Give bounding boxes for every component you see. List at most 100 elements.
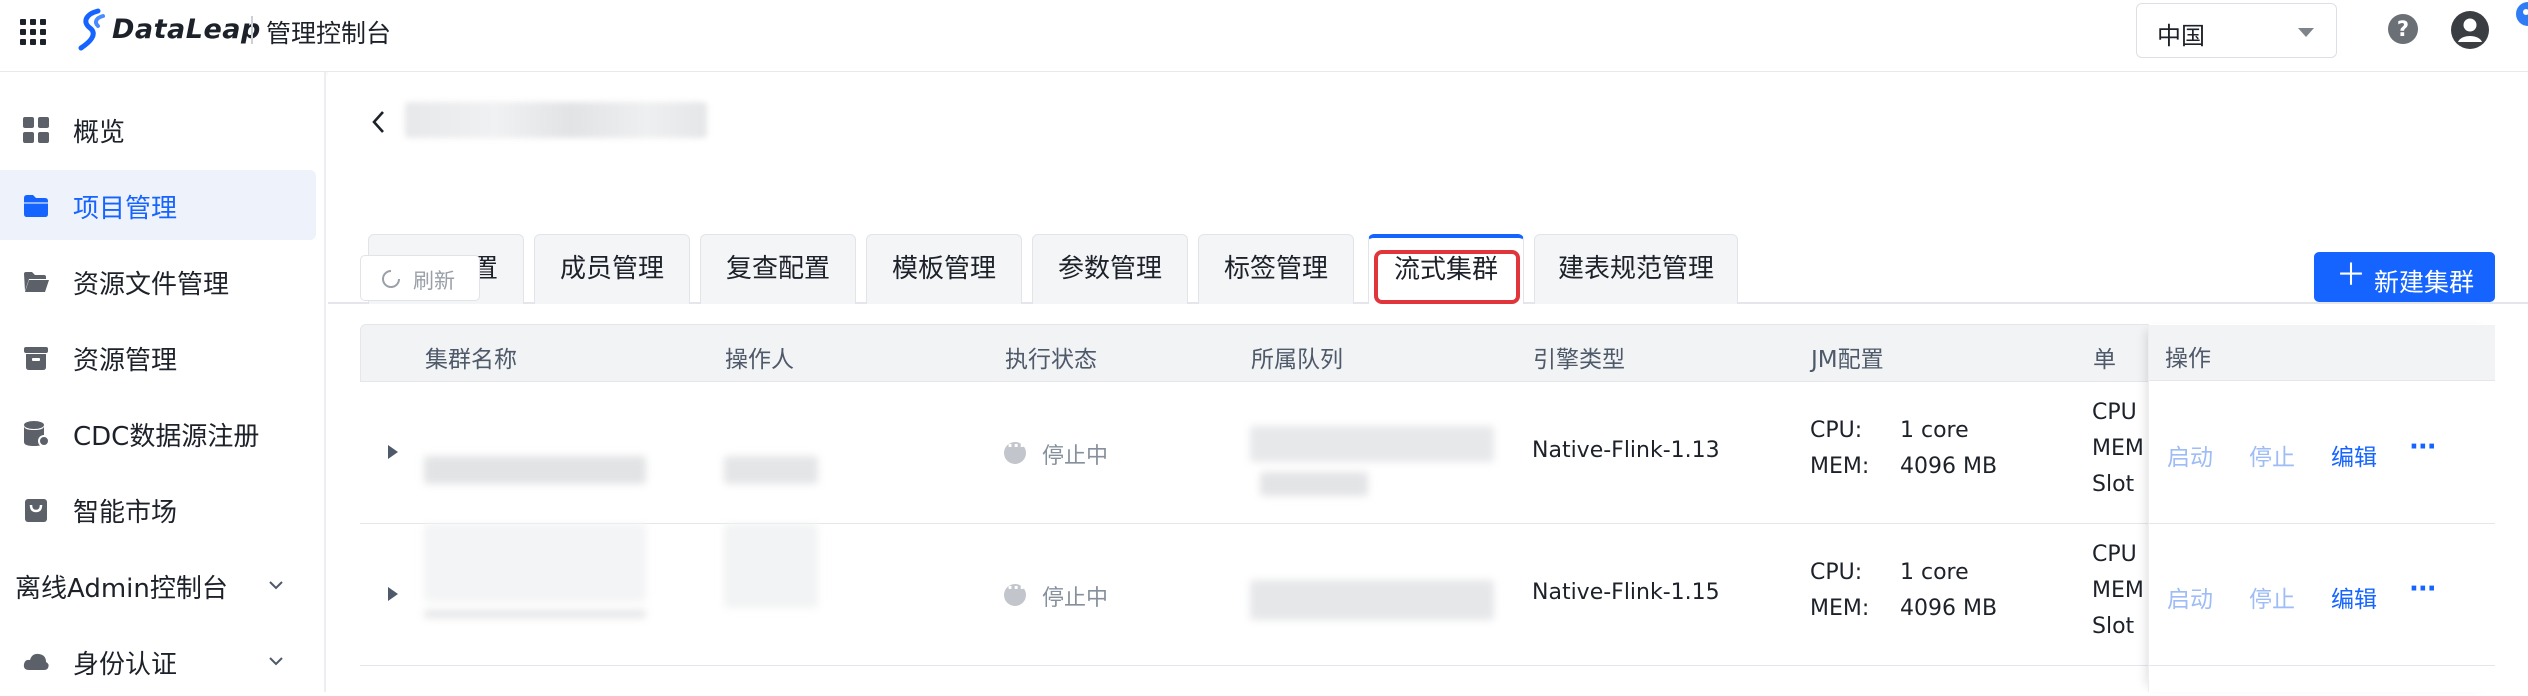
sidebar-item-label: 概览	[73, 118, 126, 148]
expand-row-icon[interactable]	[388, 587, 398, 601]
sidebar-item-overview[interactable]: 概览	[0, 94, 316, 164]
sidebar-item-cdc-datasource[interactable]: CDC数据源注册	[0, 398, 316, 468]
refresh-button[interactable]: 刷新	[360, 255, 480, 301]
tm-cpu-label: CPU	[2092, 542, 2137, 567]
help-icon[interactable]: ?	[2388, 14, 2418, 44]
sidebar-item-offline-admin[interactable]: 离线Admin控制台	[0, 550, 316, 620]
tm-mem-label: MEM	[2092, 436, 2144, 461]
queue-redacted	[1260, 472, 1368, 496]
dataleap-logo-icon	[78, 8, 105, 51]
user-avatar-icon[interactable]	[2450, 10, 2490, 50]
column-header: 集群名称	[425, 347, 517, 373]
tab-table-spec-management[interactable]: 建表规范管理	[1534, 234, 1738, 304]
folder-open-icon	[24, 272, 49, 292]
expand-row-icon[interactable]	[388, 445, 398, 459]
column-header: 所属队列	[1251, 347, 1343, 373]
folder-icon	[24, 195, 48, 217]
cluster-table: 集群名称 操作人 执行状态 所属队列 引擎类型 JM配置 单 停止中 Nativ…	[360, 324, 2496, 692]
engine-type: Native-Flink-1.15	[1532, 580, 1720, 605]
brand-name: DataLeap	[112, 14, 261, 45]
sidebar-item-identity-auth[interactable]: 身份认证	[0, 626, 316, 696]
sidebar-item-label: 离线Admin控制台	[15, 574, 228, 604]
apps-grid-icon[interactable]	[18, 17, 48, 47]
tab-review-config[interactable]: 复查配置	[700, 234, 856, 304]
tm-slot-label: Slot	[2092, 614, 2135, 639]
tm-config-clipped: CPU MEM Slot	[2092, 542, 2148, 652]
jm-mem-label: MEM:	[1810, 596, 1870, 621]
sidebar-item-smart-market[interactable]: 智能市场	[0, 474, 316, 544]
row-divider	[2149, 523, 2495, 524]
dashboard-icon	[23, 117, 49, 143]
status-text: 停止中	[1042, 586, 1109, 611]
jm-cpu-label: CPU:	[1810, 560, 1863, 585]
edit-button[interactable]: 编辑	[2331, 438, 2377, 472]
chevron-down-icon	[269, 581, 283, 590]
operator-redacted	[724, 524, 818, 608]
sidebar-item-label: CDC数据源注册	[73, 422, 260, 452]
jm-mem-label: MEM:	[1810, 454, 1870, 479]
brand-divider	[251, 16, 253, 44]
chevron-down-icon	[269, 657, 283, 666]
sidebar-item-resource-management[interactable]: 资源管理	[0, 322, 316, 392]
status-text: 停止中	[1042, 444, 1109, 469]
stop-button[interactable]: 停止	[2249, 438, 2295, 472]
start-button[interactable]: 启动	[2167, 580, 2213, 614]
column-header: 执行状态	[1005, 347, 1097, 373]
main-content: 项目配置 成员管理 复查配置 模板管理 参数管理 标签管理 流式集群 建表规范管…	[328, 72, 2528, 692]
cloud-icon	[23, 653, 49, 670]
operations-column: 操作 启动 停止 编辑 ··· 启动 停止 编辑 ···	[2148, 324, 2496, 692]
column-header: 操作	[2165, 346, 2211, 372]
start-button[interactable]: 启动	[2167, 438, 2213, 472]
more-actions-icon[interactable]: ···	[2409, 574, 2437, 604]
tm-slot-label: Slot	[2092, 472, 2135, 497]
cluster-name-redacted	[424, 610, 646, 618]
refresh-icon	[382, 270, 400, 288]
tm-mem-label: MEM	[2092, 578, 2144, 603]
jm-cpu-label: CPU:	[1810, 418, 1863, 443]
tab-streaming-cluster[interactable]: 流式集群	[1368, 234, 1524, 304]
box-icon	[24, 347, 48, 370]
plus-icon: ＋	[2336, 258, 2366, 293]
tab-bar: 项目配置 成员管理 复查配置 模板管理 参数管理 标签管理 流式集群 建表规范管…	[328, 162, 2528, 304]
queue-redacted	[1250, 426, 1494, 462]
more-actions-icon[interactable]: ···	[2409, 432, 2437, 462]
sidebar-item-label: 资源管理	[73, 346, 178, 376]
edit-button[interactable]: 编辑	[2331, 580, 2377, 614]
sidebar-item-label: 智能市场	[73, 498, 178, 528]
sidebar-item-project-management[interactable]: 项目管理	[0, 170, 316, 240]
cluster-name-redacted	[424, 456, 646, 484]
row-divider	[2149, 665, 2495, 666]
operator-redacted	[724, 456, 818, 484]
tab-tag-management[interactable]: 标签管理	[1198, 234, 1354, 304]
region-select[interactable]: 中国	[2136, 3, 2337, 58]
sidebar-item-label: 项目管理	[73, 194, 178, 224]
project-name-redacted	[405, 102, 707, 138]
queue-redacted	[1250, 580, 1494, 620]
tm-config-clipped: CPU MEM Slot	[2092, 400, 2148, 510]
sidebar-item-resource-files[interactable]: 资源文件管理	[0, 246, 316, 316]
sidebar-item-label: 资源文件管理	[73, 270, 230, 300]
stop-button[interactable]: 停止	[2249, 580, 2295, 614]
tab-member-management[interactable]: 成员管理	[534, 234, 690, 304]
region-select-value: 中国	[2157, 22, 2205, 50]
shopping-bag-icon	[25, 499, 47, 522]
assistant-icon[interactable]	[2508, 0, 2528, 36]
sidebar: 概览 项目管理 资源文件管理 资源管理 CDC数据源注册 智能市场 离线Admi…	[0, 72, 326, 692]
stopping-status-icon	[1004, 578, 1026, 606]
top-bar: DataLeap 管理控制台 中国 ?	[0, 0, 2528, 72]
stopping-status-icon	[1004, 436, 1026, 464]
column-header: JM配置	[1811, 347, 1884, 373]
tab-parameter-management[interactable]: 参数管理	[1032, 234, 1188, 304]
back-arrow-icon[interactable]	[368, 109, 390, 135]
column-header: 操作人	[725, 347, 794, 373]
chevron-down-icon	[2298, 28, 2314, 37]
jm-mem-value: 4096 MB	[1900, 454, 1998, 479]
new-cluster-button[interactable]: ＋ 新建集群	[2314, 252, 2495, 302]
sidebar-item-label: 身份认证	[73, 650, 178, 680]
console-title: 管理控制台	[266, 19, 392, 48]
database-icon	[24, 421, 50, 447]
cluster-name-redacted	[424, 524, 646, 602]
tab-template-management[interactable]: 模板管理	[866, 234, 1022, 304]
jm-cpu-value: 1 core	[1900, 418, 1969, 443]
jm-cpu-value: 1 core	[1900, 560, 1969, 585]
